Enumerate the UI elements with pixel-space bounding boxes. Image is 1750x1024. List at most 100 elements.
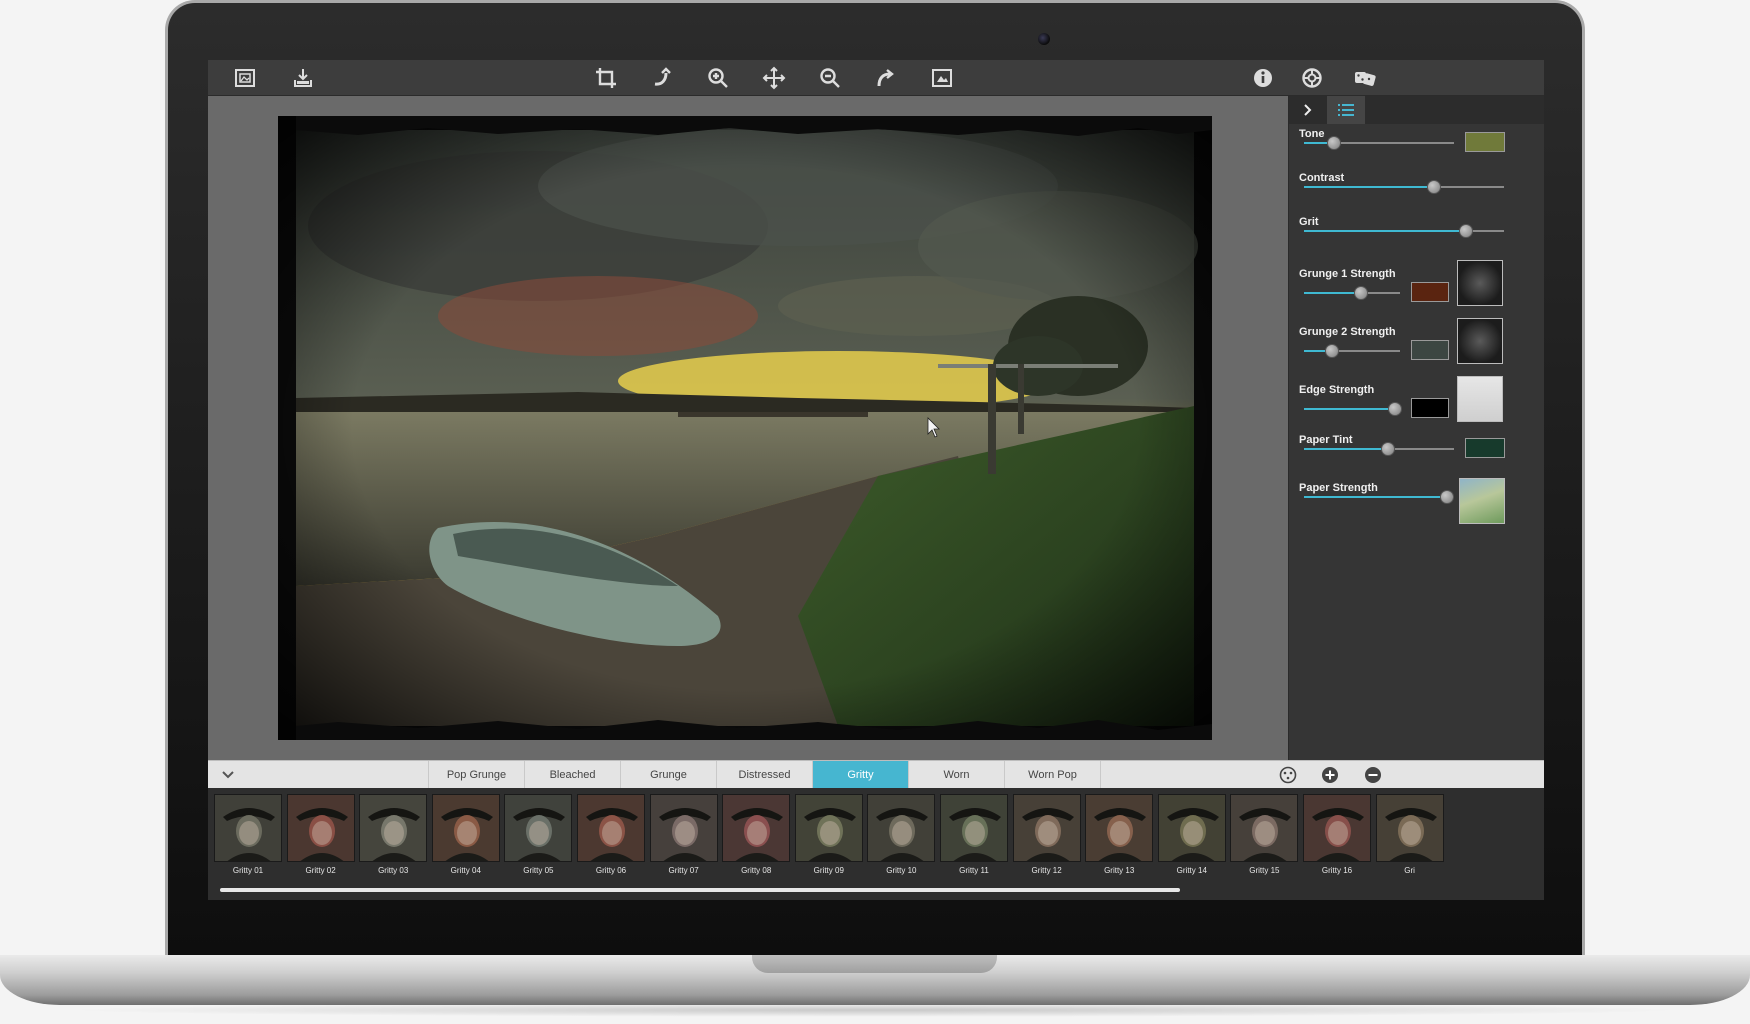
- info-icon[interactable]: [1248, 63, 1278, 93]
- zoom-out-icon[interactable]: [815, 63, 845, 93]
- thumbnail-image: [794, 794, 863, 862]
- thumbnail-image: [431, 794, 500, 862]
- slider-fill: [1304, 230, 1466, 232]
- preset-thumbnail[interactable]: Gritty 10: [867, 794, 936, 878]
- adjustment-edge-strength: Edge Strength: [1299, 376, 1535, 434]
- slider-knob[interactable]: [1353, 286, 1368, 300]
- edited-photo: [278, 116, 1212, 740]
- preset-thumbnail[interactable]: Gritty 04: [431, 794, 500, 878]
- laptop-notch: [752, 955, 997, 973]
- slider-knob[interactable]: [1388, 402, 1403, 416]
- preset-thumbnail[interactable]: Gri: [1375, 794, 1444, 878]
- preset-tabs: Pop Grunge Bleached Grunge Distressed Gritty…: [428, 761, 1101, 789]
- adjustment-slider[interactable]: [1304, 180, 1504, 194]
- slider-knob[interactable]: [1427, 180, 1441, 194]
- crop-icon[interactable]: [591, 63, 621, 93]
- preset-tab-distressed[interactable]: Distressed: [717, 761, 813, 789]
- thumbnail-label: Gritty 06: [595, 866, 627, 875]
- slider-knob[interactable]: [1381, 442, 1395, 456]
- thumbnail-label: Gritty 05: [523, 866, 554, 875]
- preset-thumbnail[interactable]: Gritty 15: [1230, 794, 1299, 878]
- preset-thumbnail[interactable]: Gritty 14: [1157, 794, 1226, 878]
- thumbnail-scrollbar[interactable]: [220, 888, 1180, 892]
- adjustment-slider[interactable]: [1304, 286, 1400, 300]
- slider-knob[interactable]: [1439, 490, 1454, 504]
- collapse-panel-icon[interactable]: [1289, 96, 1327, 124]
- preset-thumbnail[interactable]: Gritty 05: [504, 794, 573, 878]
- preset-thumbnail[interactable]: Gritty 08: [722, 794, 791, 878]
- rotate-icon[interactable]: [647, 63, 677, 93]
- adjustment-paper-tint: Paper Tint: [1299, 434, 1535, 484]
- preset-thumbnail[interactable]: Gritty 07: [649, 794, 718, 878]
- thumbnail-label: Gritty 12: [1031, 866, 1062, 875]
- texture-thumbnail[interactable]: [1457, 376, 1503, 422]
- preset-thumbnail[interactable]: Gritty 03: [359, 794, 428, 878]
- compare-icon[interactable]: [927, 63, 957, 93]
- thumbnail-image: [504, 794, 573, 862]
- adjustment-slider[interactable]: [1304, 490, 1454, 504]
- slider-knob[interactable]: [1459, 224, 1473, 238]
- thumbnail-label: Gritty 01: [232, 866, 264, 875]
- adjustment-label: Contrast: [1299, 172, 1345, 184]
- thumbnail-image: [1375, 794, 1444, 862]
- pan-icon[interactable]: [759, 63, 789, 93]
- thumbnail-image: [1230, 794, 1299, 862]
- thumbnail-image: [286, 794, 355, 862]
- slider-knob[interactable]: [1327, 136, 1341, 150]
- slider-fill: [1304, 186, 1434, 188]
- thumbnail-label: Gritty 15: [1249, 866, 1280, 875]
- thumbnail-label: Gritty 13: [1104, 866, 1135, 875]
- adjustment-slider[interactable]: [1304, 402, 1403, 416]
- thumbnail-image: [649, 794, 718, 862]
- collapse-presets-icon[interactable]: [218, 765, 238, 785]
- preset-thumbnail[interactable]: Gritty 13: [1085, 794, 1154, 878]
- preset-thumbnail[interactable]: Gritty 01: [214, 794, 282, 878]
- adjustment-slider[interactable]: [1304, 136, 1454, 150]
- slider-fill: [1304, 496, 1447, 498]
- preset-thumbnail[interactable]: Gritty 16: [1303, 794, 1371, 878]
- color-swatch[interactable]: [1465, 438, 1505, 458]
- preset-tab-worn[interactable]: Worn: [909, 761, 1005, 789]
- adjustment-slider[interactable]: [1304, 224, 1504, 238]
- thumbnail-image: [577, 794, 645, 862]
- preset-tab-bleached[interactable]: Bleached: [525, 761, 621, 789]
- texture-thumbnail[interactable]: [1457, 318, 1503, 364]
- adjustment-slider[interactable]: [1304, 344, 1400, 358]
- remove-preset-icon[interactable]: [1363, 765, 1383, 785]
- preset-thumbnail[interactable]: Gritty 09: [794, 794, 863, 878]
- save-image-icon[interactable]: [288, 63, 318, 93]
- laptop-shadow: [60, 1003, 1690, 1017]
- texture-thumbnail[interactable]: [1457, 260, 1503, 306]
- preset-category-bar: Pop Grunge Bleached Grunge Distressed Gritty…: [208, 760, 1544, 789]
- add-preset-icon[interactable]: [1320, 765, 1340, 785]
- random-preset-icon[interactable]: [1278, 765, 1298, 785]
- preset-tab-grunge[interactable]: Grunge: [621, 761, 717, 789]
- color-swatch[interactable]: [1411, 340, 1449, 360]
- adjustments-list-icon[interactable]: [1327, 96, 1365, 124]
- slider-knob[interactable]: [1324, 344, 1339, 358]
- thumbnail-image: [1303, 794, 1371, 862]
- canvas-area[interactable]: [208, 96, 1288, 760]
- thumbnail-label: Gritty 16: [1321, 866, 1353, 875]
- preset-thumbnail[interactable]: Gritty 06: [577, 794, 645, 878]
- share-icon[interactable]: [871, 63, 901, 93]
- settings-icon[interactable]: [1297, 63, 1327, 93]
- randomize-icon[interactable]: [1350, 63, 1380, 93]
- preset-tab-gritty[interactable]: Gritty: [813, 761, 909, 789]
- open-image-icon[interactable]: [230, 63, 260, 93]
- preset-thumbnail[interactable]: Gritty 11: [940, 794, 1008, 878]
- preset-tab-worn-pop[interactable]: Worn Pop: [1005, 761, 1101, 789]
- thumbnail-label: Gritty 09: [813, 866, 844, 875]
- zoom-in-icon[interactable]: [703, 63, 733, 93]
- thumbnail-label: Gritty 14: [1176, 866, 1207, 875]
- adjustment-slider[interactable]: [1304, 442, 1454, 456]
- color-swatch[interactable]: [1411, 398, 1449, 418]
- color-swatch[interactable]: [1465, 132, 1505, 152]
- adjustment-tone: Tone: [1299, 128, 1535, 178]
- color-swatch[interactable]: [1411, 282, 1449, 302]
- adjustment-grunge-1-strength: Grunge 1 Strength: [1299, 260, 1535, 318]
- preset-tab-pop-grunge[interactable]: Pop Grunge: [429, 761, 525, 789]
- texture-thumbnail[interactable]: [1459, 478, 1505, 524]
- preset-thumbnail[interactable]: Gritty 12: [1012, 794, 1081, 878]
- preset-thumbnail[interactable]: Gritty 02: [286, 794, 355, 878]
